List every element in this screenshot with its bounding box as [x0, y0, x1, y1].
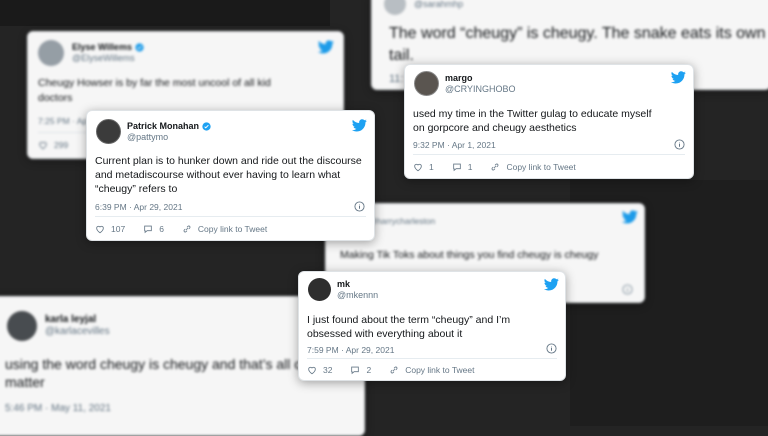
reply-count: 6: [159, 224, 164, 234]
author-handle: @mkennn: [337, 289, 379, 300]
verified-badge-icon: [202, 121, 211, 131]
link-icon: [492, 163, 499, 171]
author-name: Patrick Monahan: [127, 120, 200, 131]
author-handle: @ElyseWillems: [72, 53, 135, 63]
twitter-bird-icon[interactable]: [318, 40, 334, 54]
divider: [95, 216, 366, 217]
heart-icon: [414, 163, 422, 172]
tweet-timestamp: 5:46 PM · May 11, 2021: [5, 403, 111, 414]
heart-icon: [96, 225, 104, 234]
author-handle: @pattymo: [127, 131, 169, 142]
tweet-text: The word “cheugy” is cheugy. The snake e…: [389, 25, 766, 64]
verified-badge-icon: [135, 43, 144, 52]
like-button[interactable]: 1: [413, 162, 434, 172]
tweet-card: margo @CRYINGHOBO used my time in the Tw…: [404, 64, 694, 179]
reply-button[interactable]: 1: [452, 162, 473, 172]
copy-link-label: Copy link to Tweet: [197, 224, 268, 234]
background-shadow: [0, 0, 330, 26]
link-icon: [390, 366, 398, 374]
reply-button[interactable]: 2: [350, 365, 371, 375]
like-count: 1: [429, 162, 434, 172]
divider: [413, 154, 685, 155]
copy-link-button[interactable]: Copy link to Tweet: [182, 224, 267, 234]
reply-button[interactable]: 6: [143, 224, 164, 234]
twitter-bird-icon[interactable]: [352, 119, 367, 132]
author-name: mk: [337, 278, 351, 289]
copy-link-button[interactable]: Copy link to Tweet: [490, 162, 576, 172]
tweet-timestamp[interactable]: 7:59 PM · Apr 29, 2021: [307, 345, 394, 355]
info-icon[interactable]: [354, 201, 365, 212]
like-count: 299: [54, 140, 69, 150]
tweet-timestamp: 11:: [389, 73, 404, 85]
avatar: [38, 40, 64, 66]
tweet-card: Patrick Monahan @pattymo Current plan is…: [86, 110, 375, 241]
author-handle: @CRYINGHOBO: [445, 83, 516, 94]
author-handle: @karlacevilles: [45, 326, 110, 337]
reply-icon: [144, 225, 152, 234]
copy-link-label: Copy link to Tweet: [506, 162, 576, 172]
tweet-timestamp: 7:25 PM · Ap: [38, 116, 88, 126]
tweet-text: Cheugy Howser is by far the most uncool …: [38, 77, 271, 104]
author-name: margo: [445, 72, 473, 83]
reply-icon: [452, 163, 461, 172]
tweet-timestamp[interactable]: 6:39 PM · Apr 29, 2021: [95, 202, 182, 212]
tweet-text: Current plan is to hunker down and ride …: [95, 155, 362, 195]
like-button[interactable]: 299: [38, 140, 68, 150]
reply-count: 1: [467, 162, 473, 172]
like-button[interactable]: 32: [307, 365, 332, 375]
twitter-bird-icon[interactable]: [671, 71, 686, 84]
copy-link-button[interactable]: Copy link to Tweet: [389, 365, 475, 375]
reply-count: 2: [366, 365, 372, 375]
info-icon[interactable]: [622, 284, 633, 295]
heart-icon: [308, 366, 316, 375]
copy-link-label: Copy link to Tweet: [405, 365, 475, 375]
reply-icon: [351, 366, 360, 375]
avatar: [96, 119, 121, 144]
author-name: Elyse Willems: [72, 42, 132, 53]
avatar: [7, 311, 37, 341]
tweet-text: Making Tik Toks about things you find ch…: [340, 249, 599, 261]
author-handle: @sarahmhp: [414, 0, 464, 9]
heart-icon: [39, 141, 47, 150]
like-count: 107: [111, 224, 126, 234]
info-icon[interactable]: [674, 139, 685, 150]
twitter-bird-icon[interactable]: [544, 278, 559, 291]
author-name: karla leyjal: [45, 314, 97, 325]
like-count: 32: [323, 365, 333, 375]
twitter-bird-icon[interactable]: [622, 210, 638, 224]
tweet-card: mk @mkennn I just found about the term “…: [298, 271, 566, 381]
tweet-timestamp[interactable]: 9:32 PM · Apr 1, 2021: [413, 140, 496, 150]
divider: [307, 358, 557, 359]
avatar: [414, 71, 439, 96]
tweet-text: I just found about the term “cheugy” and…: [307, 314, 511, 340]
like-button[interactable]: 107: [95, 224, 125, 234]
author-handle: @harrycharleston: [368, 215, 436, 226]
link-icon: [183, 225, 191, 233]
avatar: [384, 0, 406, 15]
info-icon[interactable]: [546, 343, 557, 354]
tweet-text: used my time in the Twitter gulag to edu…: [413, 108, 652, 134]
avatar: [308, 278, 331, 301]
